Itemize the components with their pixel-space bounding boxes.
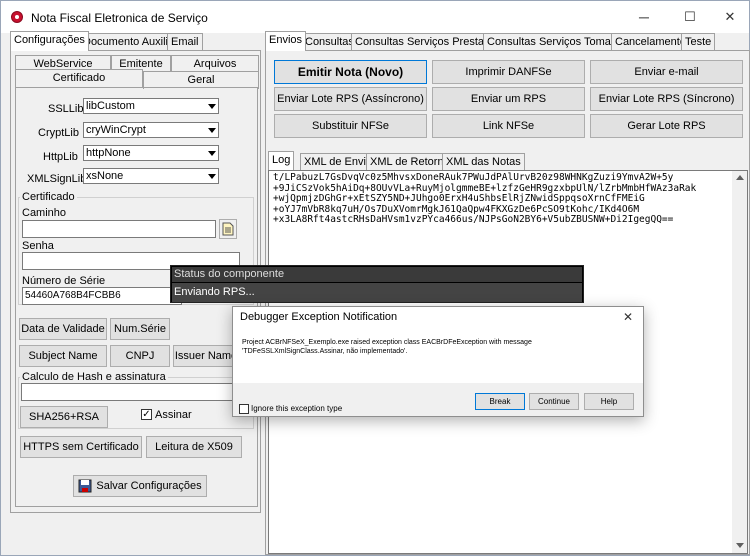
continue-button[interactable]: Continue xyxy=(529,393,579,410)
ssllib-combo[interactable]: libCustom xyxy=(83,98,219,114)
cryptlib-label: CryptLib xyxy=(38,127,79,139)
hash-input[interactable] xyxy=(21,383,243,401)
xmlsignlib-label: XMLSignLib xyxy=(27,173,87,185)
leitura-x509-button[interactable]: Leitura de X509 xyxy=(146,436,242,458)
tab-envios[interactable]: Envios xyxy=(265,31,307,51)
httplib-value: httpNone xyxy=(86,147,131,159)
data-validade-button[interactable]: Data de Validade xyxy=(19,318,107,340)
caminho-label: Caminho xyxy=(22,207,67,219)
hash-group-title: Calculo de Hash e assinatura xyxy=(20,371,168,383)
tab-teste[interactable]: Teste xyxy=(681,33,716,51)
file-icon xyxy=(222,222,234,236)
exception-dialog: Debugger Exception Notification ✕ Projec… xyxy=(232,306,644,417)
maximize-button[interactable]: ☐ xyxy=(675,7,705,27)
dialog-close-icon[interactable]: ✕ xyxy=(623,310,633,324)
cnpj-button[interactable]: CNPJ xyxy=(110,345,170,367)
ignore-exception-label: Ignore this exception type xyxy=(251,404,343,413)
issuer-name-button[interactable]: Issuer Name xyxy=(173,345,239,367)
break-button[interactable]: Break xyxy=(475,393,525,410)
tab-xml-notas[interactable]: XML das Notas xyxy=(442,153,525,171)
cryptlib-value: cryWinCrypt xyxy=(86,124,146,136)
subtab-certificado[interactable]: Certificado xyxy=(15,69,143,87)
httplib-combo[interactable]: httpNone xyxy=(83,145,219,161)
scroll-up-icon[interactable] xyxy=(736,175,744,180)
https-sem-certificado-button[interactable]: HTTPS sem Certificado xyxy=(20,436,142,458)
tab-xml-envio[interactable]: XML de Envio xyxy=(300,153,377,171)
title-bar: Nota Fiscal Eletronica de Serviço ─ ☐ ✕ xyxy=(1,1,749,33)
gerar-lote-rps-button[interactable]: Gerar Lote RPS xyxy=(590,114,743,138)
tab-email[interactable]: Email xyxy=(167,33,203,51)
assinar-checkbox[interactable]: ✓ xyxy=(141,409,152,420)
log-line: +x3LA8Rft4astcRHsDaHVsm1vzPYca466us/NJPs… xyxy=(273,214,674,225)
browse-file-button[interactable] xyxy=(219,219,237,239)
enviar-lote-sincrono-button[interactable]: Enviar Lote RPS (Síncrono) xyxy=(590,87,743,111)
salvar-configuracoes-button[interactable]: Salvar Configurações xyxy=(73,475,207,497)
numserie-input[interactable]: 54460A768B4FCBB6 xyxy=(22,287,182,305)
dialog-title: Debugger Exception Notification xyxy=(240,311,398,323)
tab-xml-retorno[interactable]: XML de Retorno xyxy=(366,153,454,171)
close-button[interactable]: ✕ xyxy=(715,7,745,27)
imprimir-danfse-button[interactable]: Imprimir DANFSe xyxy=(432,60,585,84)
dialog-message-area: Project ACBrNFSeX_Exemplo.exe raised exc… xyxy=(233,329,643,383)
emitir-nota-button[interactable]: Emitir Nota (Novo) xyxy=(274,60,427,84)
enviar-lote-assincrono-button[interactable]: Enviar Lote RPS (Assíncrono) xyxy=(274,87,427,111)
log-line: +wjQpmjzDGhGr+xEtSZY5ND+JUhgo0ErxH4uShbs… xyxy=(273,193,645,204)
dialog-button-area: Ignore this exception type Break Continu… xyxy=(233,383,643,416)
help-button[interactable]: Help xyxy=(584,393,634,410)
numserie-label: Número de Série xyxy=(22,275,106,287)
chevron-down-icon[interactable] xyxy=(204,123,218,137)
enviar-email-button[interactable]: Enviar e-mail xyxy=(590,60,743,84)
chevron-down-icon[interactable] xyxy=(204,146,218,160)
link-nfse-button[interactable]: Link NFSe xyxy=(432,114,585,138)
minimize-button[interactable]: ─ xyxy=(629,7,659,27)
dialog-message-line1: Project ACBrNFSeX_Exemplo.exe raised exc… xyxy=(242,339,532,346)
subject-name-button[interactable]: Subject Name xyxy=(19,345,107,367)
dialog-message-line2: 'TDFeSSLXmlSignClass.Assinar, não implem… xyxy=(242,348,408,355)
scroll-down-icon[interactable] xyxy=(736,543,744,548)
save-icon xyxy=(78,479,92,493)
tab-cancelamento[interactable]: Cancelamento xyxy=(611,33,690,51)
dialog-title-bar: Debugger Exception Notification ✕ xyxy=(233,307,643,329)
ssllib-label: SSLLib xyxy=(48,103,84,115)
xmlsignlib-combo[interactable]: xsNone xyxy=(83,168,219,184)
log-scrollbar[interactable] xyxy=(732,171,747,553)
ignore-exception-checkbox[interactable] xyxy=(239,404,249,414)
tab-consultas[interactable]: Consultas xyxy=(301,33,358,51)
ssllib-value: libCustom xyxy=(86,100,135,112)
status-message: Enviando RPS... xyxy=(172,283,582,302)
status-title: Status do componente xyxy=(172,267,582,282)
tab-configuracoes[interactable]: Configurações xyxy=(10,31,89,51)
chevron-down-icon[interactable] xyxy=(204,99,218,113)
enviar-um-rps-button[interactable]: Enviar um RPS xyxy=(432,87,585,111)
httplib-label: HttpLib xyxy=(43,151,78,163)
assinar-label: Assinar xyxy=(155,409,192,421)
sha256-rsa-button[interactable]: SHA256+RSA xyxy=(20,406,108,428)
substituir-nfse-button[interactable]: Substituir NFSe xyxy=(274,114,427,138)
num-serie-button[interactable]: Num.Série xyxy=(110,318,170,340)
status-window: Status do componente Enviando RPS... xyxy=(170,265,584,303)
certificado-group-title: Certificado xyxy=(20,191,77,203)
cryptlib-combo[interactable]: cryWinCrypt xyxy=(83,122,219,138)
tab-log[interactable]: Log xyxy=(268,151,295,170)
senha-label: Senha xyxy=(22,240,54,252)
main-window: Nota Fiscal Eletronica de Serviço ─ ☐ ✕ … xyxy=(0,0,750,556)
app-icon xyxy=(11,11,23,23)
window-title: Nota Fiscal Eletronica de Serviço xyxy=(31,11,208,25)
chevron-down-icon[interactable] xyxy=(204,169,218,183)
log-line: t/LPabuzL7GsDvqVc0z5MhvsxDoneRAuk7PWuJdP… xyxy=(273,172,674,183)
salvar-label: Salvar Configurações xyxy=(96,480,202,492)
caminho-input[interactable] xyxy=(22,220,216,238)
xmlsignlib-value: xsNone xyxy=(86,170,124,182)
